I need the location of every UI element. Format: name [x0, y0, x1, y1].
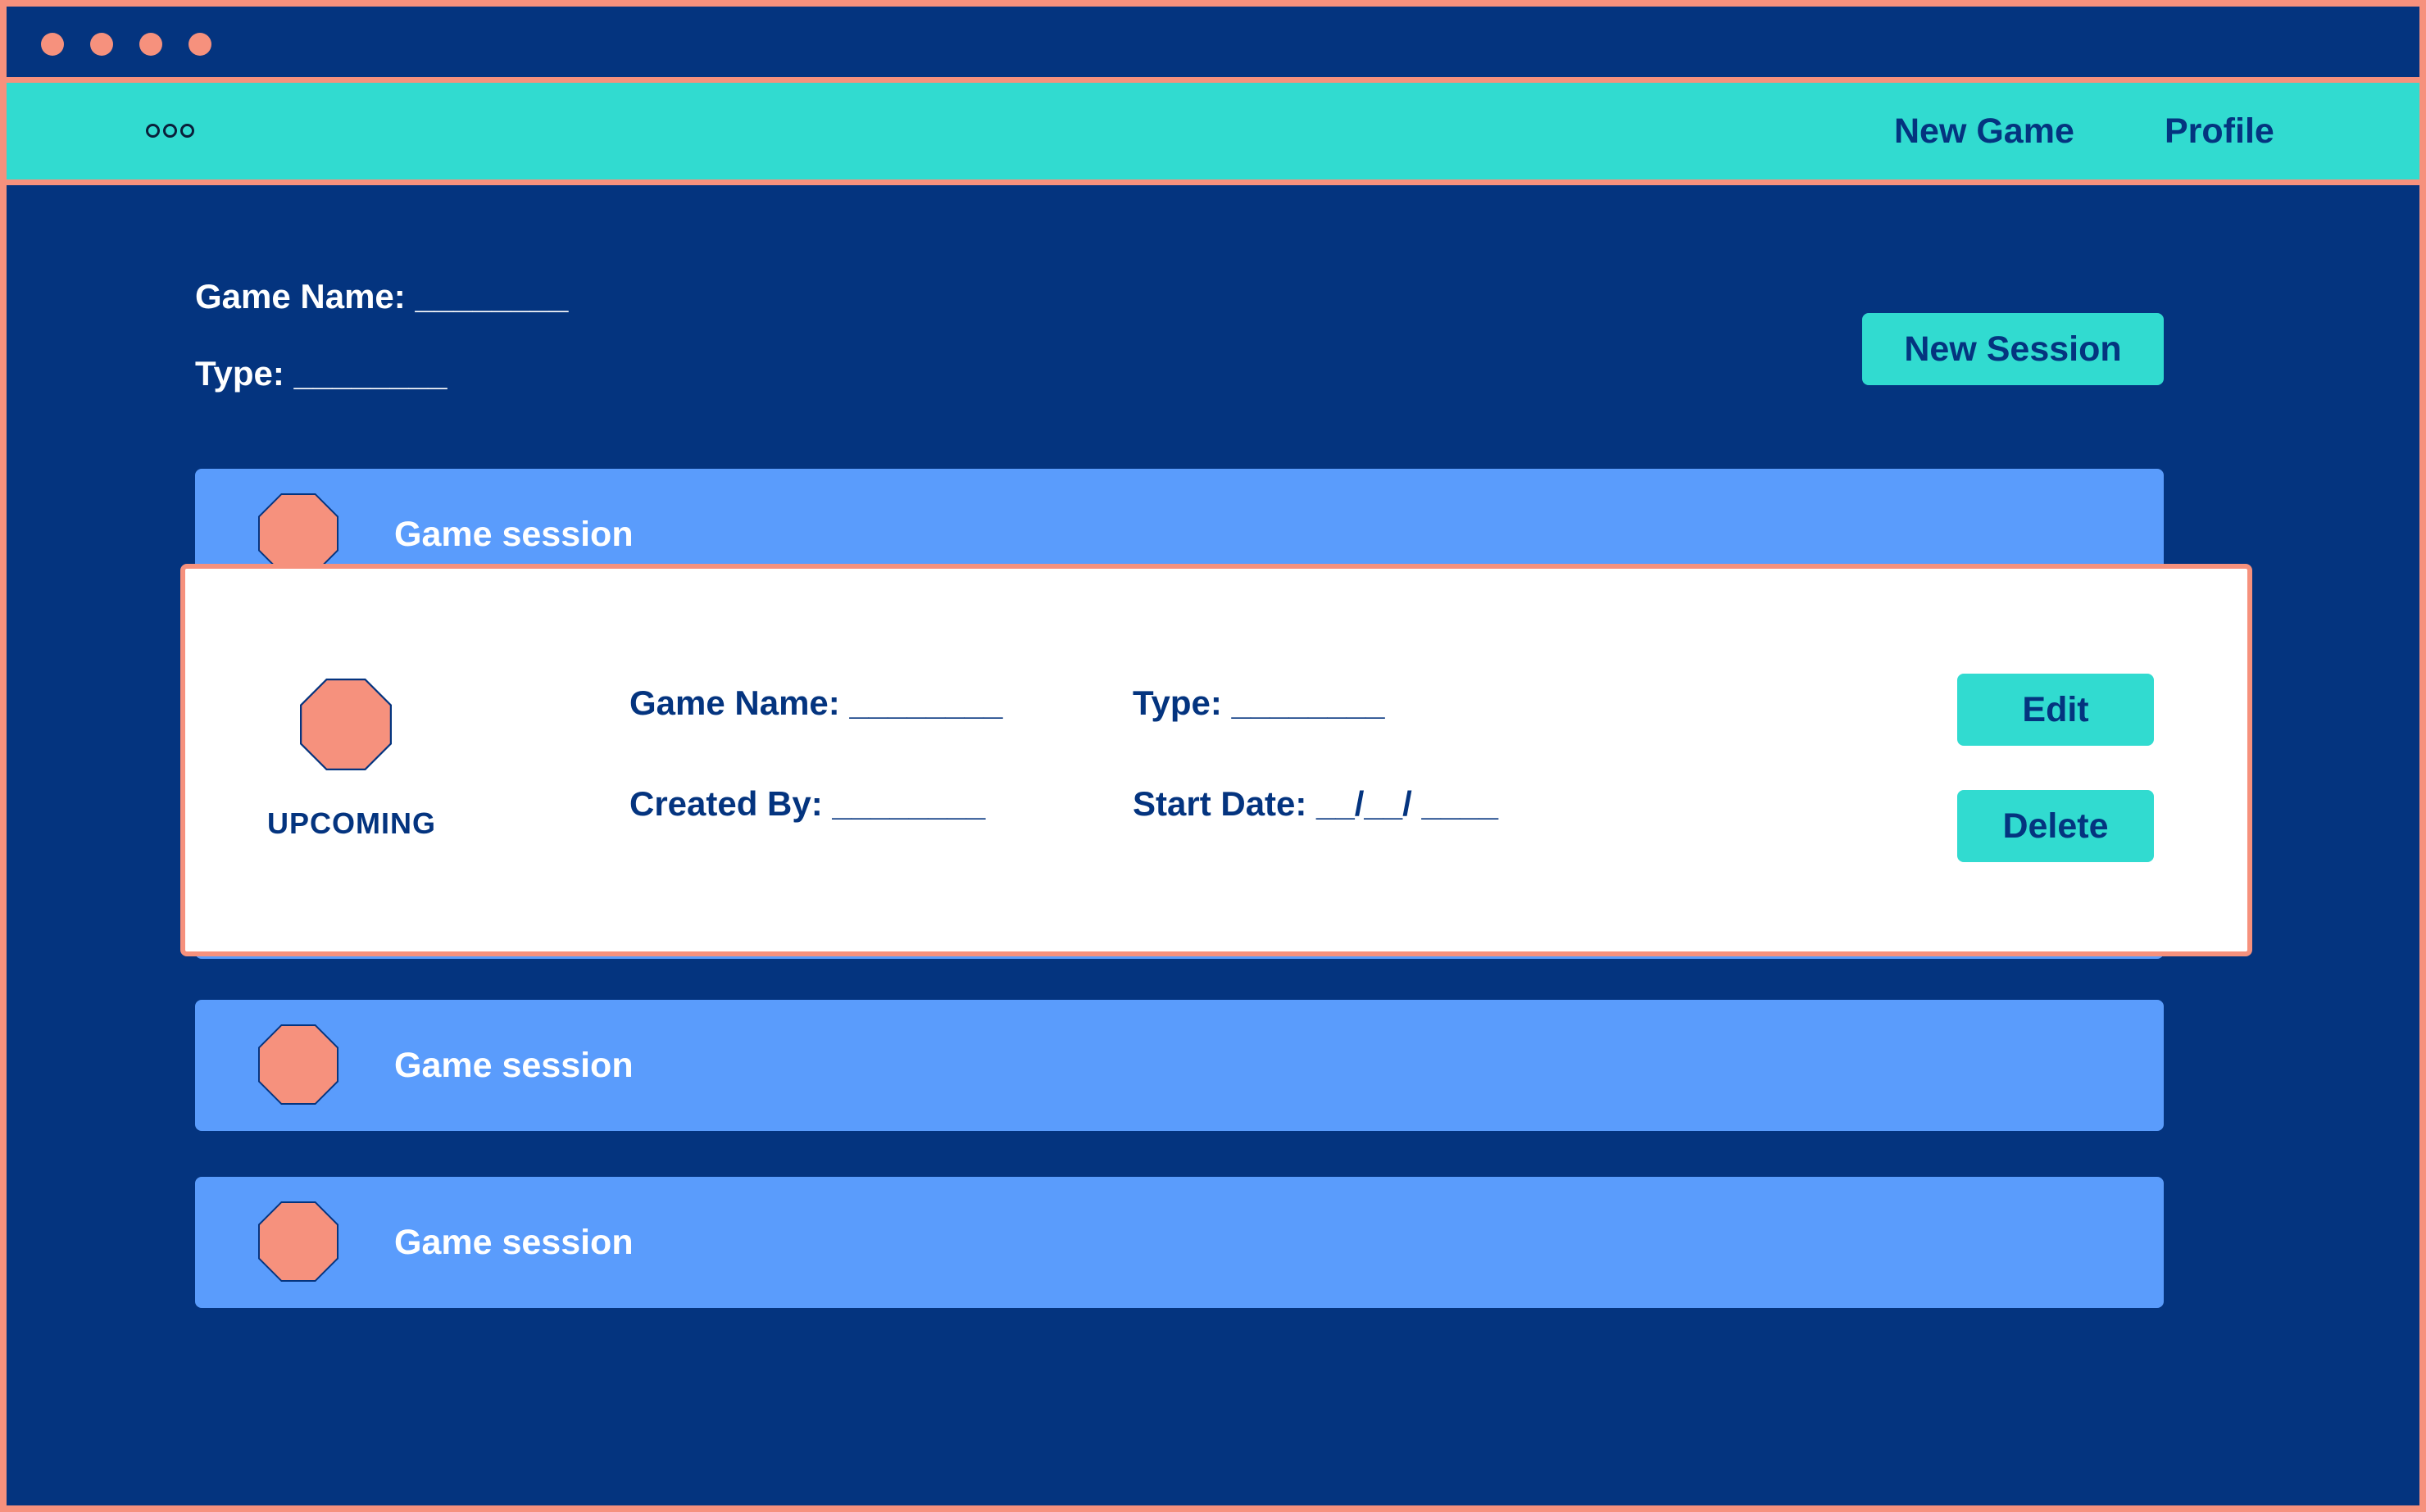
new-session-button[interactable]: New Session: [1862, 313, 2164, 385]
nav-profile-link[interactable]: Profile: [2165, 83, 2274, 179]
octagon-icon: [258, 493, 338, 574]
window-control-dot[interactable]: [139, 33, 162, 56]
delete-button[interactable]: Delete: [1957, 790, 2154, 862]
window-control-dot[interactable]: [189, 33, 211, 56]
session-detail-card: UPCOMING Game Name: ________ Created By:…: [180, 564, 2252, 956]
more-dots-icon[interactable]: [146, 124, 194, 140]
game-type-label: Type: ________: [195, 354, 447, 393]
session-label: Game session: [394, 1223, 634, 1262]
detail-game-name: Game Name: ________: [629, 683, 1003, 722]
status-badge: UPCOMING: [267, 806, 436, 840]
session-row[interactable]: Game session: [195, 1000, 2164, 1131]
detail-start-date: Start Date: __/__/ ____: [1133, 784, 1498, 823]
game-name-label: Game Name: ________: [195, 277, 569, 316]
detail-created-by: Created By: ________: [629, 784, 986, 823]
nav-new-game-link[interactable]: New Game: [1894, 83, 2074, 179]
octagon-icon: [258, 1024, 338, 1105]
title-bar: [7, 7, 2419, 83]
detail-type: Type: ________: [1133, 683, 1385, 722]
nav-bar: New Game Profile: [7, 83, 2419, 185]
octagon-icon: [300, 679, 392, 770]
window-control-dot[interactable]: [90, 33, 113, 56]
session-label: Game session: [394, 1046, 634, 1085]
edit-button[interactable]: Edit: [1957, 674, 2154, 746]
app-window: New Game Profile Game Name: ________ Typ…: [0, 0, 2426, 1512]
window-control-dot[interactable]: [41, 33, 64, 56]
session-row[interactable]: Game session: [195, 1177, 2164, 1308]
octagon-icon: [258, 1201, 338, 1282]
